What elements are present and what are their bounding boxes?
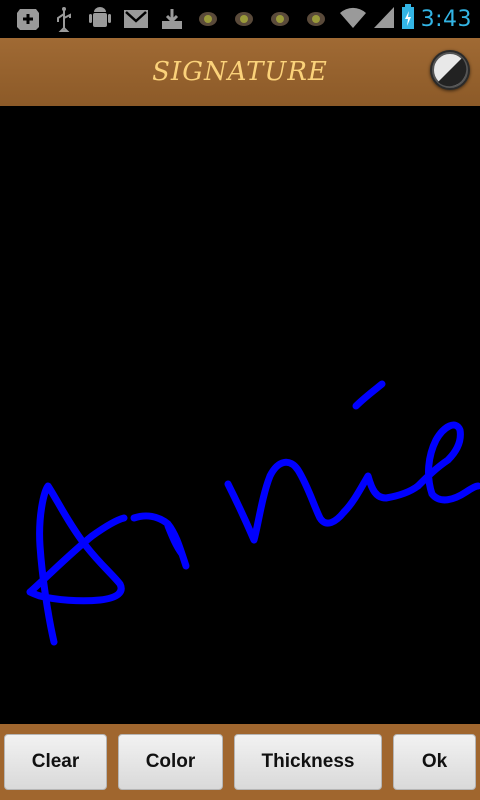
download-icon — [154, 0, 190, 38]
bottom-toolbar: Clear Color Thickness Ok — [0, 724, 480, 800]
camera-icon — [298, 0, 334, 38]
title-bar: SIGNATURE — [0, 38, 480, 107]
android-debug-icon — [82, 0, 118, 38]
signal-icon — [373, 5, 395, 34]
signature-canvas[interactable] — [0, 106, 480, 724]
camera-icon — [262, 0, 298, 38]
battery-icon — [401, 3, 415, 35]
contrast-icon — [432, 52, 468, 88]
gmail-icon — [118, 0, 154, 38]
thickness-button[interactable]: Thickness — [234, 734, 382, 790]
color-button[interactable]: Color — [118, 734, 223, 790]
add-icon — [10, 0, 46, 38]
signature-stroke — [26, 380, 480, 646]
camera-icon — [226, 0, 262, 38]
ok-button[interactable]: Ok — [393, 734, 476, 790]
contrast-button[interactable] — [430, 50, 470, 90]
clock: 3:43 — [420, 6, 472, 32]
camera-icon — [190, 0, 226, 38]
page-title: SIGNATURE — [152, 57, 328, 87]
wifi-icon — [339, 5, 367, 34]
usb-icon — [46, 0, 82, 38]
status-bar: 3:43 — [0, 0, 480, 38]
clear-button[interactable]: Clear — [4, 734, 107, 790]
